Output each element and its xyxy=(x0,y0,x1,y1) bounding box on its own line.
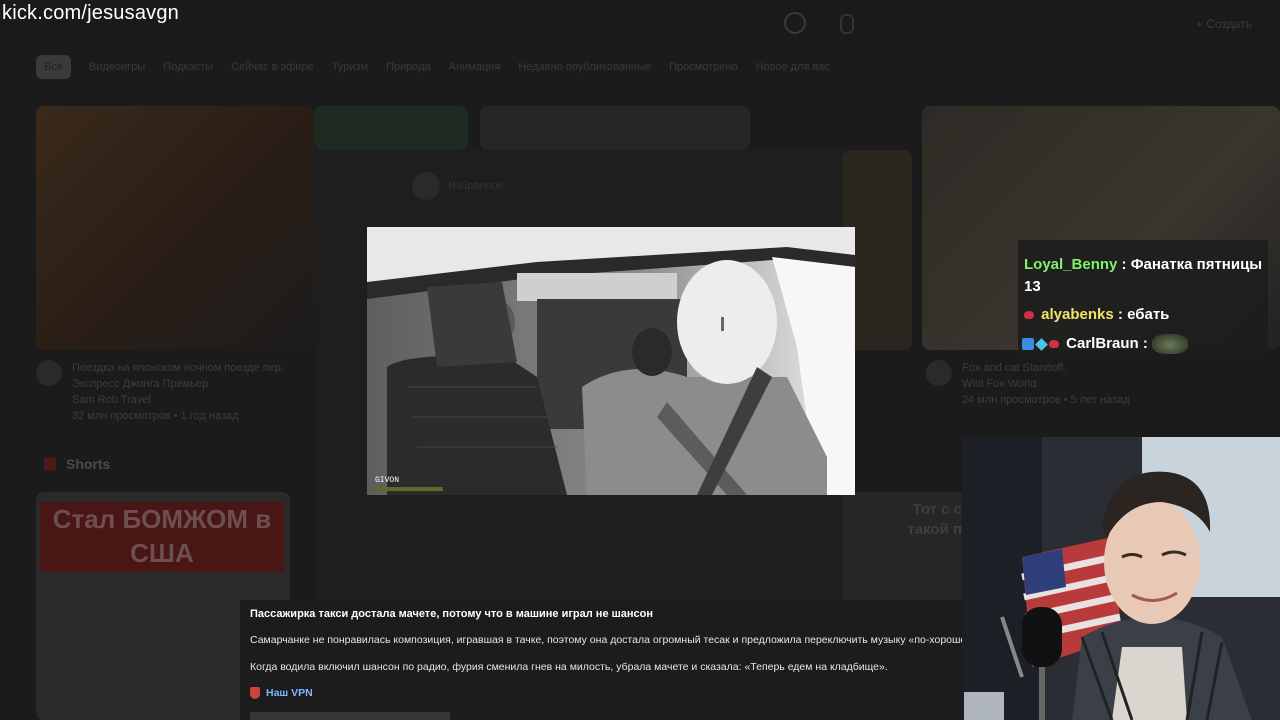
chat-separator: : xyxy=(1138,335,1153,352)
chat-message: alyabenks : ебать xyxy=(1024,306,1169,324)
chat-overlay: Loyal_Benny : Фанатка пятницы 13 alyaben… xyxy=(1018,240,1268,356)
emote-icon xyxy=(1152,334,1189,355)
vpn-link-label: Наш VPN xyxy=(266,687,313,699)
create-label: Создать xyxy=(1206,17,1252,31)
modal-header: Избранное xyxy=(448,180,504,192)
microphone-icon[interactable] xyxy=(840,14,854,34)
chip-recent[interactable]: Недавно опубликованные xyxy=(518,55,651,79)
video-meta: Fox and cat Standoff. Wild Fox World 24 … xyxy=(962,360,1202,408)
chip-live[interactable]: Сейчас в эфире xyxy=(231,55,314,79)
video-meta: Поездка на японском ночном поезде пер. Э… xyxy=(72,360,312,424)
video-watermark: GIVON xyxy=(375,476,400,485)
chip-podcasts[interactable]: Подкасты xyxy=(163,55,213,79)
stream-url: kick.com/jesusavgn xyxy=(2,2,179,24)
chat-separator: : xyxy=(1117,256,1131,273)
chat-username[interactable]: Loyal_Benny xyxy=(1024,256,1117,273)
search-icon[interactable] xyxy=(784,12,806,34)
shield-icon xyxy=(250,687,260,700)
shorts-heading: Shorts xyxy=(66,456,111,472)
webcam-frame xyxy=(962,437,1280,720)
short-thumbnail[interactable]: Тот с с такой п xyxy=(842,492,962,602)
chip-new[interactable]: Новое для вас xyxy=(756,55,830,79)
video-title[interactable]: Fox and cat Standoff. xyxy=(962,360,1202,376)
moderator-badge-icon xyxy=(1022,338,1034,351)
chat-username[interactable]: alyabenks xyxy=(1041,306,1114,323)
video-thumbnail[interactable] xyxy=(314,106,468,150)
chat-text: ебать xyxy=(1127,306,1170,323)
youtube-header: + Создать xyxy=(0,0,1280,48)
subscriber-badge-icon xyxy=(1035,337,1048,351)
chip-videogames[interactable]: Видеоигры xyxy=(89,55,145,79)
chip-animation[interactable]: Анимация xyxy=(449,55,501,79)
video-progress-strip xyxy=(373,487,443,491)
channel-name[interactable]: Sam Rob Travel xyxy=(72,392,312,408)
chat-separator: : xyxy=(1113,306,1128,323)
chip-all[interactable]: Все xyxy=(36,55,71,79)
short-caption: Стал БОМЖОМ в США xyxy=(40,502,284,572)
badge-icon xyxy=(1024,311,1034,320)
channel-avatar[interactable] xyxy=(36,360,62,386)
video-stats: 32 млн просмотров • 1 год назад xyxy=(72,410,239,422)
video-title[interactable]: Поездка на японском ночном поезде пер. Э… xyxy=(72,360,312,392)
video-frame xyxy=(367,227,855,495)
channel-name[interactable]: Wild Fox World xyxy=(962,376,1202,392)
post-paragraph: Когда водила включил шансон по радио, фу… xyxy=(250,661,888,673)
badge-icon xyxy=(1049,340,1059,349)
short-caption: Тот с с такой п xyxy=(907,501,962,538)
chip-nature[interactable]: Природа xyxy=(386,55,431,79)
create-button[interactable]: + Создать xyxy=(1196,12,1268,36)
video-thumbnail[interactable] xyxy=(480,106,750,150)
chat-message: Loyal_Benny : Фанатка пятницы 13 xyxy=(1024,254,1264,298)
post-paragraph: Самарчанке не понравилась композиция, иг… xyxy=(250,634,964,646)
streamer-webcam xyxy=(962,437,1280,720)
chip-watched[interactable]: Просмотрено xyxy=(669,55,738,79)
shorts-icon xyxy=(44,457,56,471)
category-chips: Все Видеоигры Подкасты Сейчас в эфире Ту… xyxy=(36,55,830,79)
video-player[interactable]: GIVON xyxy=(367,227,855,495)
chat-username[interactable]: CarlBraun xyxy=(1066,335,1139,352)
post-description: Пассажирка такси достала мачете, потому … xyxy=(240,600,964,720)
channel-avatar[interactable] xyxy=(926,360,952,386)
chip-tourism[interactable]: Туризм xyxy=(332,55,368,79)
video-stats: 24 млн просмотров • 5 лет назад xyxy=(962,394,1130,406)
post-title: Пассажирка такси достала мачете, потому … xyxy=(250,608,654,620)
video-thumbnail[interactable] xyxy=(36,106,314,350)
channel-avatar xyxy=(412,172,440,200)
vpn-link[interactable]: Наш VPN xyxy=(250,687,313,700)
chat-message: CarlBraun : xyxy=(1022,334,1189,355)
cut-off-line xyxy=(250,712,450,720)
